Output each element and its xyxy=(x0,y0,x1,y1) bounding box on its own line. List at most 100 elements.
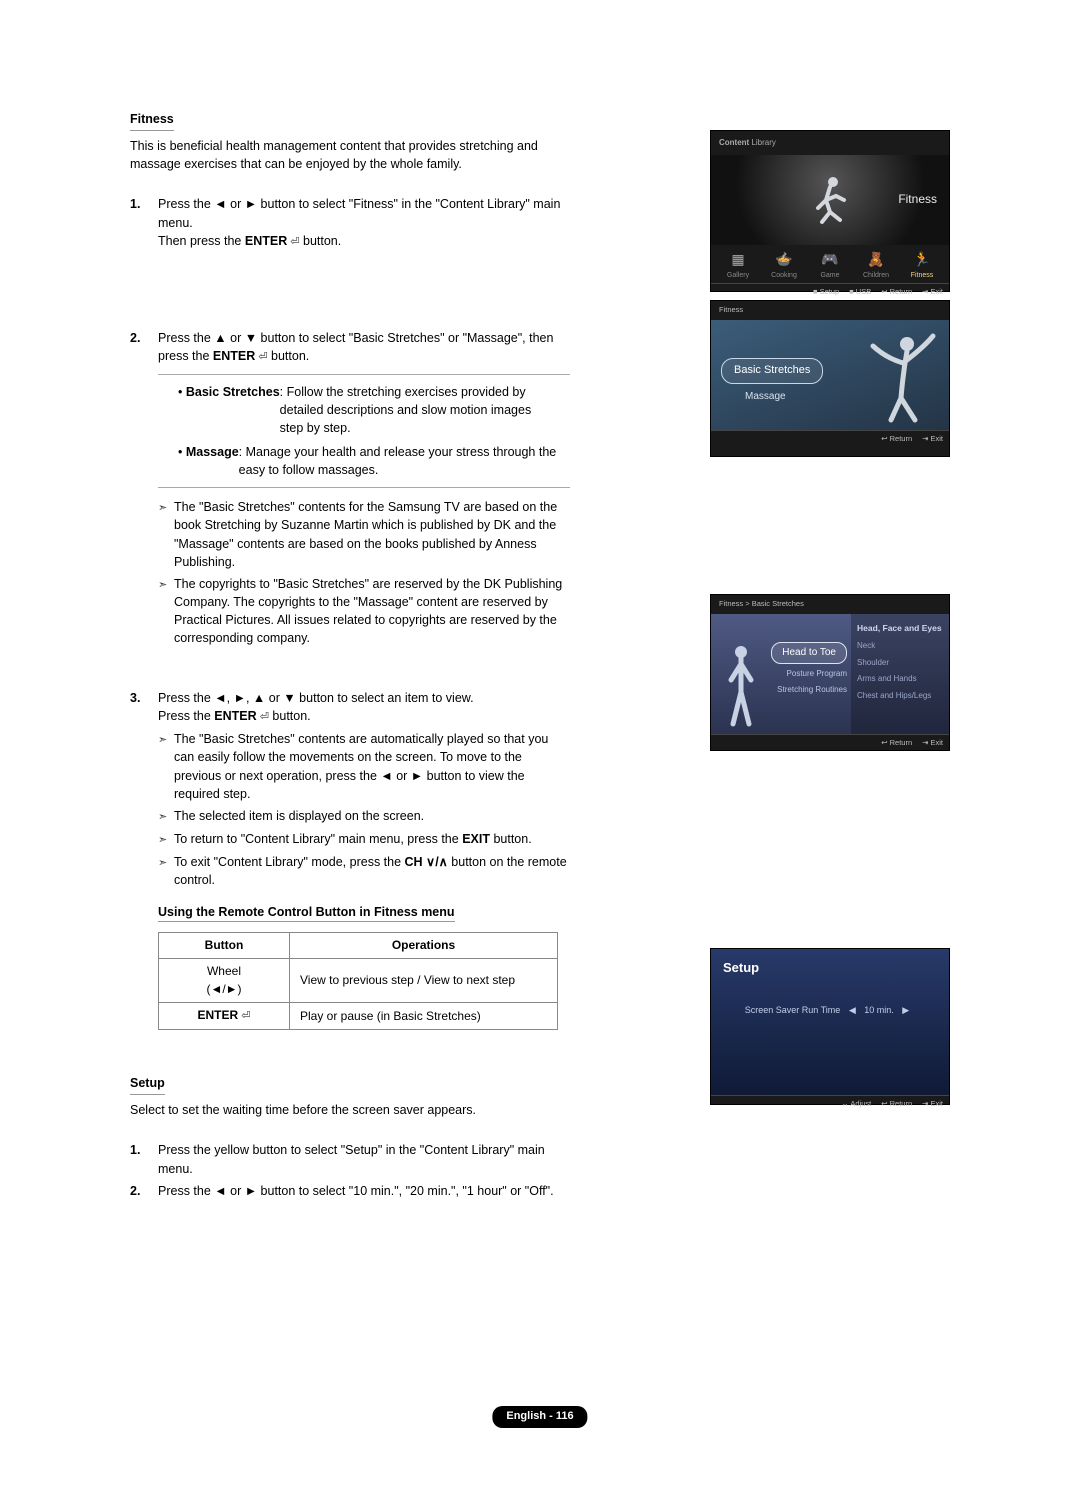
fitness-intro: This is beneficial health management con… xyxy=(130,137,570,173)
left-column: Fitness This is beneficial health manage… xyxy=(130,110,570,1200)
step2-post: button. xyxy=(268,349,310,363)
tv1-foot-setup[interactable]: ■ Setup xyxy=(813,287,839,298)
tv-screenshot-basic-stretches: Fitness > Basic Stretches Head to Toe Po… xyxy=(710,594,950,751)
tv4-footer: ↔ Adjust ↩ Return ⇥ Exit xyxy=(711,1095,949,1113)
tv1-header-rest: Library xyxy=(749,138,776,147)
remote-table-heading: Using the Remote Control Button in Fitne… xyxy=(158,903,455,922)
tv4-option-label: Screen Saver Run Time xyxy=(745,1005,841,1015)
enter-label: ENTER xyxy=(245,234,300,248)
step2-note2: The copyrights to "Basic Stretches" are … xyxy=(174,575,570,648)
step3-post: button. xyxy=(269,709,311,723)
runner-icon xyxy=(800,170,860,230)
tv4-foot-return[interactable]: ↩ Return xyxy=(881,1099,912,1110)
setup-heading: Setup xyxy=(130,1074,165,1095)
step-number: 3. xyxy=(130,689,158,1030)
manual-page: Fitness This is beneficial health manage… xyxy=(0,0,1080,1488)
tv2-foot-return[interactable]: ↩ Return xyxy=(881,434,912,445)
row2-button: ENTER xyxy=(159,1003,290,1030)
arrow-bullet-icon xyxy=(158,853,174,889)
ch-label: CH ∨/∧ xyxy=(405,855,448,869)
setup-intro: Select to set the waiting time before th… xyxy=(130,1101,570,1119)
tv3-right-item[interactable]: Shoulder xyxy=(857,657,943,669)
tv4-foot-exit[interactable]: ⇥ Exit xyxy=(922,1099,943,1110)
tv1-fitness-label: Fitness xyxy=(898,191,937,208)
step1-text: Press the ◄ or ► button to select "Fitne… xyxy=(158,197,560,229)
tv3-right-item[interactable]: Neck xyxy=(857,640,943,652)
step2-body: Press the ▲ or ▼ button to select "Basic… xyxy=(158,329,570,652)
step3-note3: To return to "Content Library" main menu… xyxy=(174,830,532,849)
col-operations: Operations xyxy=(290,933,558,959)
step3-note3-pre: To return to "Content Library" main menu… xyxy=(174,832,462,846)
tv1-header: Content Library xyxy=(711,131,949,155)
tv1-foot-exit[interactable]: ⇥ Exit xyxy=(922,287,943,298)
right-arrow-icon[interactable] xyxy=(902,1005,909,1015)
enter-label: ENTER xyxy=(214,709,269,723)
setup-step2: Press the ◄ or ► button to select "10 mi… xyxy=(158,1182,570,1200)
step-number: 2. xyxy=(130,329,158,652)
tv3-foot-exit[interactable]: ⇥ Exit xyxy=(922,738,943,749)
arrow-bullet-icon xyxy=(158,830,174,849)
tv1-item-gallery-label: Gallery xyxy=(727,272,749,279)
tv1-header-bold: Content xyxy=(719,138,749,147)
tv3-right-item[interactable]: Arms and Hands xyxy=(857,673,943,685)
step3-note4-pre: To exit "Content Library" mode, press th… xyxy=(174,855,405,869)
step1-then: Then press the xyxy=(158,234,245,248)
tv3-routines[interactable]: Stretching Routines xyxy=(777,684,847,696)
tv3-foot-return[interactable]: ↩ Return xyxy=(881,738,912,749)
arrow-bullet-icon xyxy=(158,575,174,648)
tv4-foot-adjust[interactable]: ↔ Adjust xyxy=(841,1099,871,1110)
tv3-posture[interactable]: Posture Program xyxy=(787,668,847,680)
tv3-right-title[interactable]: Head, Face and Eyes xyxy=(857,622,943,634)
step3-body: Press the ◄, ►, ▲ or ▼ button to select … xyxy=(158,689,570,1030)
basic-stretches-label: Basic Stretches xyxy=(186,385,280,399)
step2-note1: The "Basic Stretches" contents for the S… xyxy=(174,498,570,571)
tv1-item-game[interactable]: 🎮 Game xyxy=(807,249,853,281)
tv2-foot-exit[interactable]: ⇥ Exit xyxy=(922,434,943,445)
tv1-item-gallery[interactable]: ▦Gallery xyxy=(715,249,761,281)
row2-enter-label: ENTER xyxy=(198,1008,251,1022)
setup-step1: Press the yellow button to select "Setup… xyxy=(158,1141,570,1177)
tv2-basic-stretches[interactable]: Basic Stretches xyxy=(721,358,823,384)
tv4-option-row[interactable]: Screen Saver Run Time 10 min. xyxy=(711,1004,949,1017)
tv1-foot-return[interactable]: ↩ Return xyxy=(881,287,912,298)
tv1-item-cooking-label: Cooking xyxy=(771,272,797,279)
step3-text: Press the ◄, ►, ▲ or ▼ button to select … xyxy=(158,691,474,705)
massage-label: Massage xyxy=(186,445,239,459)
fitness-icon: 🏃 xyxy=(899,249,945,269)
cooking-icon: 🍲 xyxy=(761,249,807,269)
tv3-right-item[interactable]: Chest and Hips/Legs xyxy=(857,690,943,702)
tv-screenshot-fitness-menu: Fitness Basic Stretches Massage ↩ Return… xyxy=(710,300,950,457)
tv2-massage[interactable]: Massage xyxy=(745,390,786,405)
row1-button: Wheel (◄/►) xyxy=(159,959,290,1003)
tv1-menu: ▦Gallery 🍲 Cooking 🎮 Game 🧸 Children 🏃Fitne… xyxy=(711,245,949,283)
arrow-bullet-icon xyxy=(158,807,174,826)
tv1-item-game-label: Game xyxy=(820,272,839,279)
game-icon: 🎮 xyxy=(807,249,853,269)
basic-stretches-desc: : Follow the stretching exercises provid… xyxy=(280,383,558,437)
tv1-footer: ■ Setup ■ USB ↩ Return ⇥ Exit xyxy=(711,283,949,301)
step-number: 1. xyxy=(130,195,158,250)
tv4-title: Setup xyxy=(723,959,937,978)
step3-note4: To exit "Content Library" mode, press th… xyxy=(174,853,570,889)
tv1-item-children-label: Children xyxy=(863,272,889,279)
children-icon: 🧸 xyxy=(853,249,899,269)
fitness-heading: Fitness xyxy=(130,110,174,131)
exit-label: EXIT xyxy=(462,832,490,846)
tv1-item-fitness[interactable]: 🏃Fitness xyxy=(899,249,945,281)
tv3-footer: ↩ Return ⇥ Exit xyxy=(711,734,949,752)
left-arrow-icon[interactable] xyxy=(849,1005,856,1015)
enter-label: ENTER xyxy=(213,349,268,363)
col-button: Button xyxy=(159,933,290,959)
definitions-box: • Basic Stretches : Follow the stretchin… xyxy=(158,374,570,489)
tv-screenshot-setup: Setup Screen Saver Run Time 10 min. ↔ Ad… xyxy=(710,948,950,1105)
massage-desc: : Manage your health and release your st… xyxy=(239,443,558,479)
step3-note1: The "Basic Stretches" contents are autom… xyxy=(174,730,570,803)
tv4-option-value: 10 min. xyxy=(864,1005,894,1015)
tv1-foot-usb[interactable]: ■ USB xyxy=(849,287,871,298)
step3-pre: Press the xyxy=(158,709,214,723)
remote-table: Button Operations Wheel (◄/►) View to pr… xyxy=(158,932,558,1030)
tv1-item-children[interactable]: 🧸 Children xyxy=(853,249,899,281)
step-number: 2. xyxy=(130,1182,158,1200)
tv1-item-cooking[interactable]: 🍲 Cooking xyxy=(761,249,807,281)
tv3-head-to-toe[interactable]: Head to Toe xyxy=(771,642,847,665)
